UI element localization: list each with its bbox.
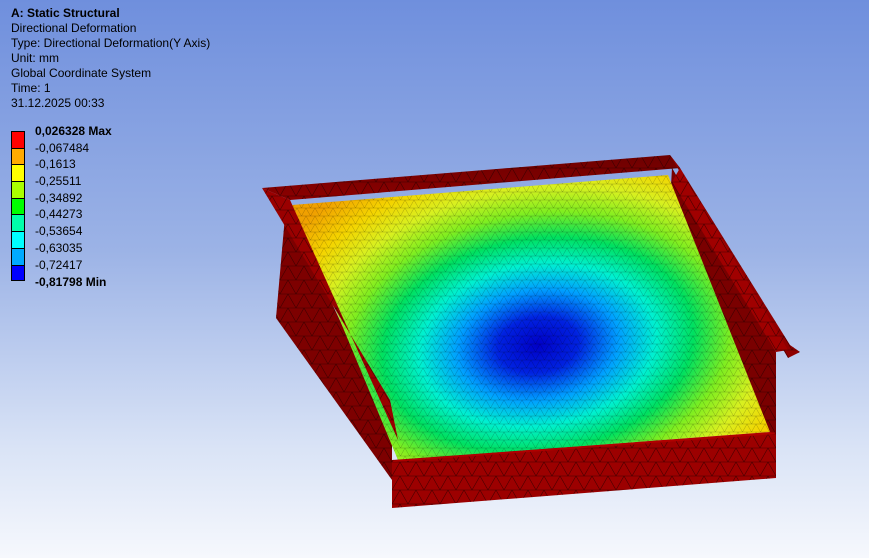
fe-model-viewport[interactable] [0, 0, 869, 558]
